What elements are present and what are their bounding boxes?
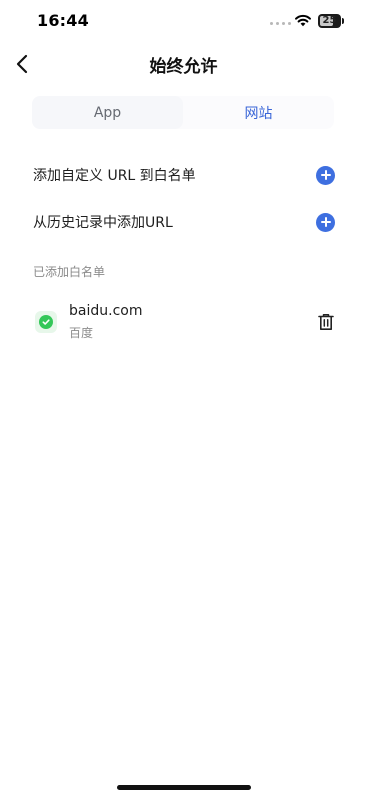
- battery-level-text: 25: [322, 15, 337, 26]
- nav-bar: 始终允许: [0, 44, 367, 84]
- status-time: 16:44: [37, 11, 89, 30]
- whitelist-item-domain: baidu.com: [69, 303, 143, 319]
- wifi-icon: [295, 14, 311, 27]
- check-circle-icon: [35, 311, 57, 333]
- signal-dots-icon: [270, 22, 291, 25]
- add-custom-url-row[interactable]: 添加自定义 URL 到白名单: [33, 160, 335, 190]
- tab-website[interactable]: 网站: [183, 96, 334, 129]
- page-title: 始终允许: [149, 57, 218, 77]
- status-bar: 16:44 25: [0, 0, 367, 44]
- trash-icon[interactable]: [316, 312, 336, 332]
- add-custom-url-label: 添加自定义 URL 到白名单: [33, 168, 196, 184]
- whitelist-section-title: 已添加白名单: [33, 265, 106, 279]
- home-indicator[interactable]: [117, 785, 251, 790]
- add-from-history-label: 从历史记录中添加URL: [33, 215, 173, 231]
- segmented-tabs: App 网站: [32, 96, 334, 129]
- tab-app[interactable]: App: [32, 96, 183, 129]
- add-from-history-row[interactable]: 从历史记录中添加URL: [33, 207, 335, 237]
- plus-circle-icon[interactable]: [316, 165, 335, 185]
- battery-icon: 25: [318, 14, 344, 28]
- plus-circle-icon[interactable]: [316, 212, 335, 232]
- whitelist-item-name: 百度: [69, 326, 94, 340]
- whitelist-item: baidu.com 百度: [33, 300, 339, 346]
- screen: 16:44 25 始终允许 App 网站 添加自定义 URL 到白名单 从历史记…: [0, 0, 367, 800]
